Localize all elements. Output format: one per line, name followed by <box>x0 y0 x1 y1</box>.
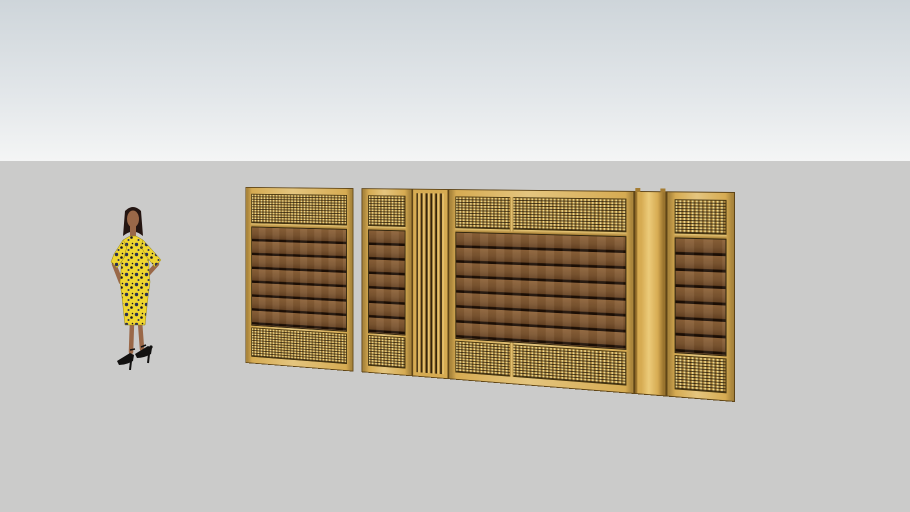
shoe-front-heel <box>129 360 132 370</box>
ankle-strap-front <box>129 348 136 351</box>
fence-panel-2 <box>361 188 413 377</box>
slat-band <box>368 229 406 336</box>
model-viewport[interactable] <box>0 0 910 512</box>
mesh-band-top <box>251 193 347 226</box>
shoe-back-bow <box>149 345 153 349</box>
mesh-seam-top <box>509 197 514 232</box>
slat-band <box>674 237 727 357</box>
fence-louver-section <box>412 188 449 380</box>
shoe-back-heel <box>147 353 150 364</box>
scale-figure[interactable] <box>104 202 172 370</box>
fence-perspective-wrap <box>185 186 735 402</box>
mesh-band-bottom <box>368 334 406 369</box>
leg-right <box>137 319 145 352</box>
vertical-louver-bars <box>416 193 445 375</box>
fence-panel-right <box>666 191 735 402</box>
mesh-seam-bottom <box>509 342 514 377</box>
panel-gap <box>353 188 361 372</box>
slat-band <box>455 231 627 350</box>
sky-background <box>0 0 910 161</box>
fence-panel-center <box>448 189 635 394</box>
mesh-band-top <box>674 199 727 235</box>
leg-left <box>128 319 135 355</box>
fence-panel-left <box>245 186 354 372</box>
fence-post <box>634 190 667 397</box>
face <box>127 210 139 228</box>
mesh-band-top <box>368 195 406 227</box>
fence-model[interactable] <box>245 186 735 402</box>
slat-band <box>251 226 347 332</box>
mesh-band-bottom <box>674 355 727 394</box>
mesh-band-top <box>455 196 627 233</box>
